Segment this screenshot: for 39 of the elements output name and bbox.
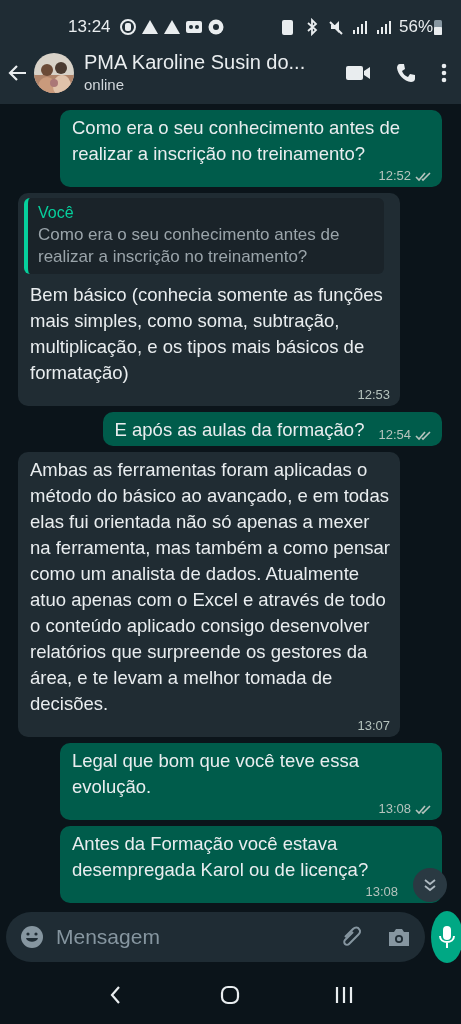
warning-icon <box>162 18 181 36</box>
quote-text: Como era o seu conhecimento antes de realizar a inscrição no treinamento? <box>38 224 341 268</box>
message-text: Bem básico (conhecia somente as funções mais simples, como soma, subtração, multiplicação, e os tipos mais básicos de formatação) <box>30 283 384 385</box>
contact-name: PMA Karoline Susin do... <box>84 49 307 74</box>
message-input[interactable]: Mensagem <box>54 920 329 954</box>
message-text: Legal que bom que você teve essa evolução. <box>72 749 360 799</box>
notification-icon <box>118 18 137 36</box>
camera-button[interactable] <box>387 926 411 948</box>
mute-icon <box>326 18 345 36</box>
microphone-icon <box>437 925 457 949</box>
menu-button[interactable] <box>441 62 447 84</box>
aperture-icon <box>206 18 225 36</box>
message-text: Como era o seu conhecimento antes de realizar a inscrição no treinamento? <box>72 116 402 166</box>
signal-icon <box>350 18 369 36</box>
message-time: 13:07 <box>357 718 390 734</box>
message-text: Antes da Formação você estava desempregada Karol ou de licença? <box>72 832 370 882</box>
warning-icon <box>140 18 159 36</box>
voice-call-button[interactable] <box>395 62 417 84</box>
quote-author: Você <box>38 203 75 223</box>
message-time: 12:53 <box>357 387 390 403</box>
emoji-button[interactable] <box>20 925 44 949</box>
video-call-button[interactable] <box>345 64 371 82</box>
status-time: 13:24 <box>68 16 111 39</box>
double-chevron-down-icon <box>422 877 438 893</box>
battery-icon <box>433 18 443 36</box>
message-time: 13:08 <box>365 884 398 900</box>
message-time: 13:08 <box>378 801 411 817</box>
signal-icon <box>374 18 393 36</box>
home-button[interactable] <box>219 984 242 1006</box>
contact-status: online <box>84 74 126 95</box>
message-time: 12:54 <box>378 427 411 443</box>
message-text: E após as aulas da formação? <box>114 418 365 442</box>
message-composer[interactable]: Mensagem <box>6 912 425 962</box>
message-time: 12:52 <box>378 168 411 184</box>
battery-percent: 56% <box>398 16 433 39</box>
quoted-message[interactable]: Você Como era o seu conhecimento antes de realizar a inscrição no treinamento? <box>24 198 384 274</box>
voice-record-button[interactable] <box>431 911 461 963</box>
voicemail-icon <box>184 18 203 36</box>
message-text: Ambas as ferramentas foram aplicadas o método do básico ao avançado, e em todas elas fui orientada não só apenas a mexer na ferramenta, mas também a como pensar como um analista de dados. Atualmente atuo apenas com o Excel e através de todo o conteúdo aplicado consigo desenvolver relatórios que surpreende os gestores da área, e te levam a melhor tomada de decisões. <box>30 458 390 716</box>
